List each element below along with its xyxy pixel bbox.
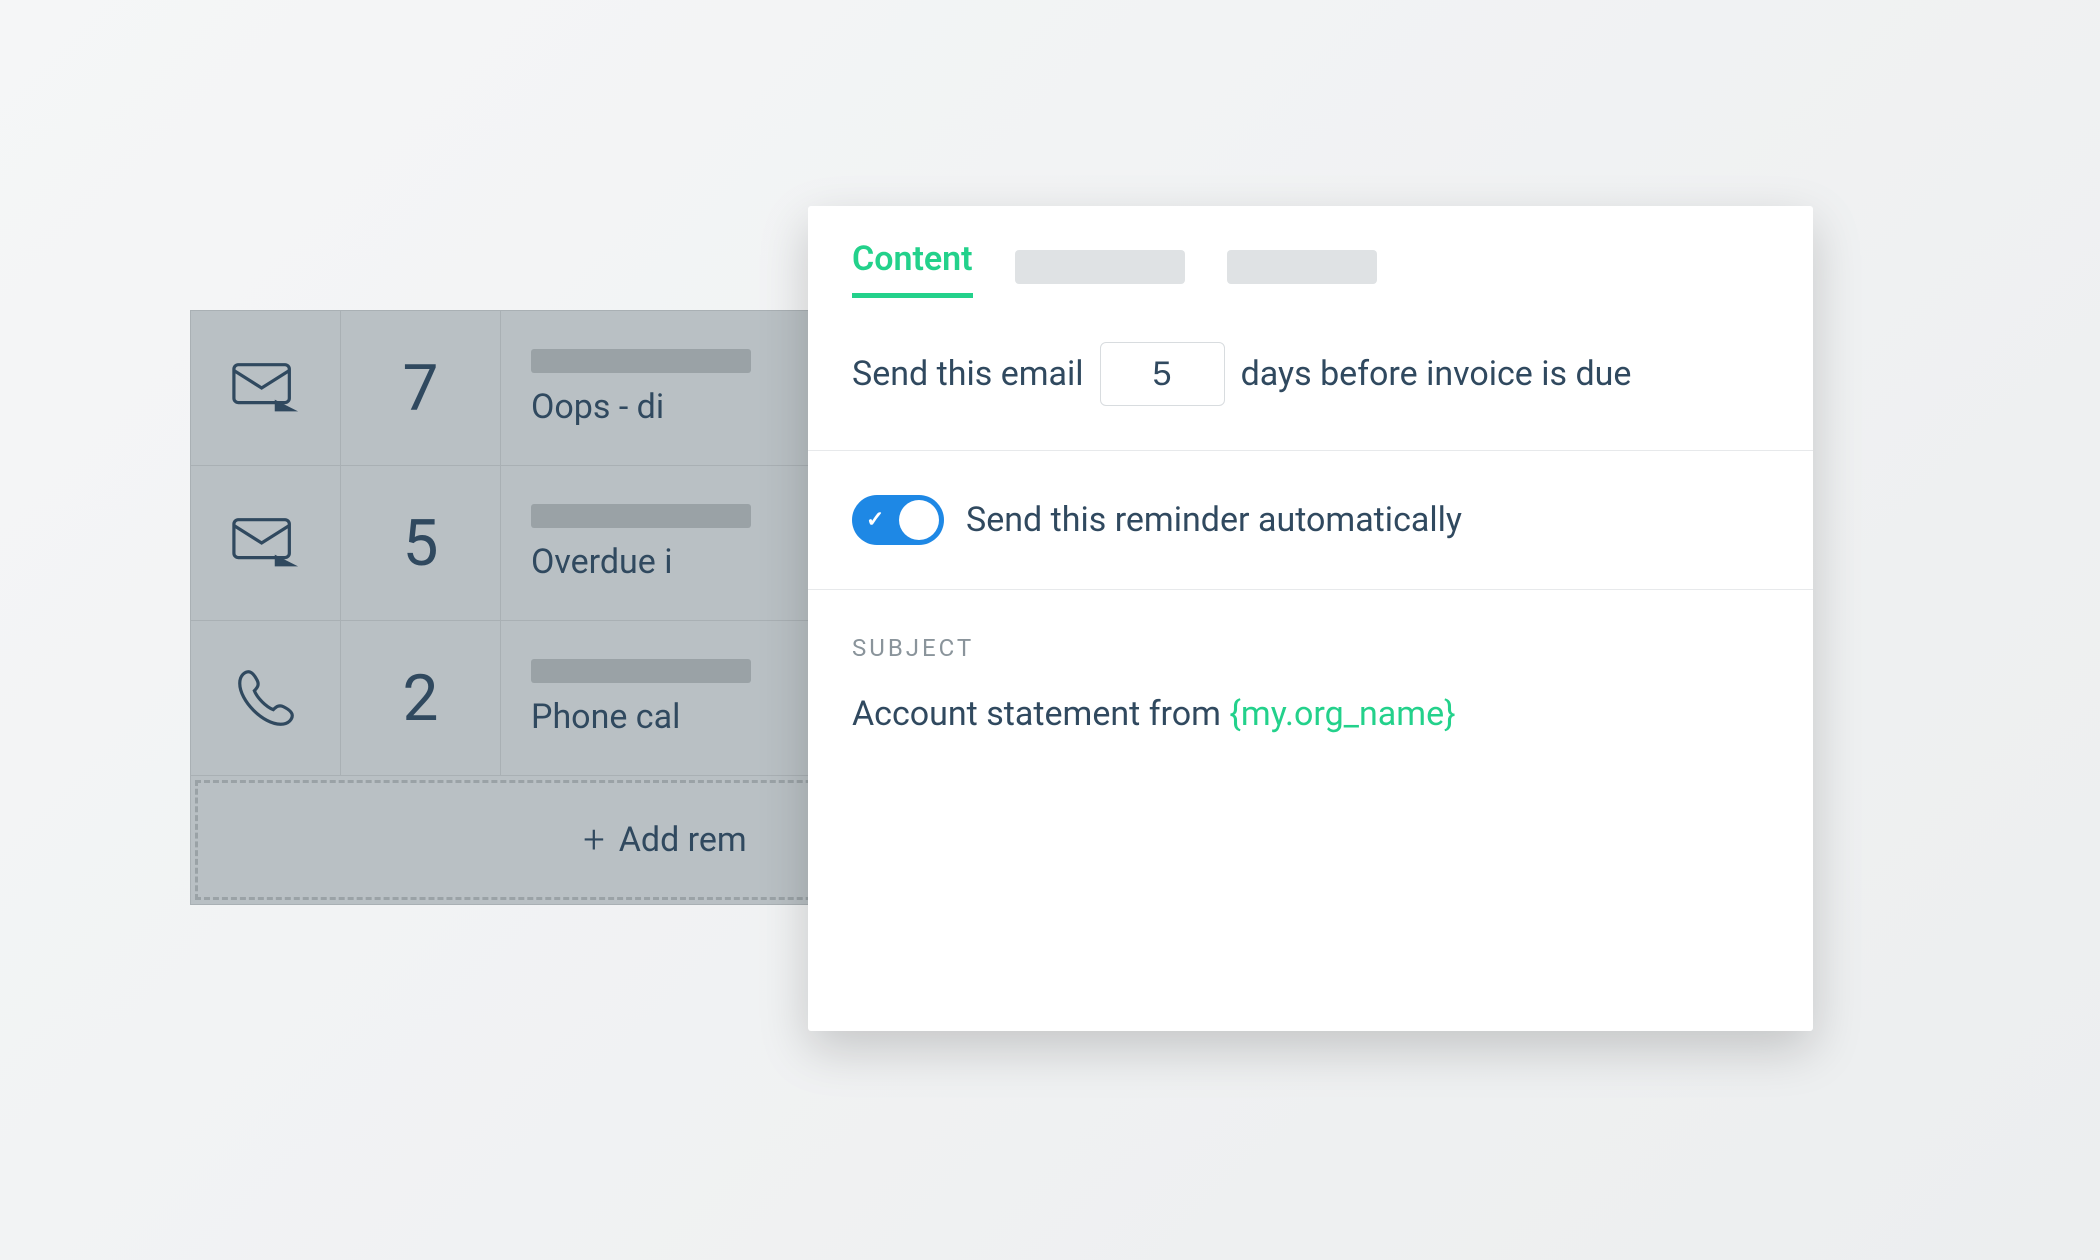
plus-icon: + xyxy=(583,818,604,862)
reminder-days: 5 xyxy=(341,466,501,620)
add-reminder-label: Add rem xyxy=(619,820,747,860)
reminder-days: 7 xyxy=(341,311,501,465)
send-line-prefix: Send this email xyxy=(852,354,1084,394)
send-timing-section: Send this email days before invoice is d… xyxy=(808,298,1813,451)
tab-content[interactable]: Content xyxy=(852,239,973,298)
subject-section: SUBJECT Account statement from {my.org_n… xyxy=(808,590,1813,778)
tab-placeholder[interactable] xyxy=(1227,250,1377,284)
subject-heading: SUBJECT xyxy=(852,634,1769,662)
days-before-input[interactable] xyxy=(1100,342,1225,406)
skeleton-bar xyxy=(531,349,751,373)
phone-icon xyxy=(191,621,341,775)
reminder-editor-panel: Content Send this email days before invo… xyxy=(808,206,1813,1031)
skeleton-bar xyxy=(531,659,751,683)
reminder-days: 2 xyxy=(341,621,501,775)
subject-field[interactable]: Account statement from {my.org_name} xyxy=(852,694,1769,734)
auto-send-toggle[interactable] xyxy=(852,495,944,545)
auto-send-section: Send this reminder automatically xyxy=(808,451,1813,590)
mail-send-icon xyxy=(191,311,341,465)
subject-text: Account statement from xyxy=(852,694,1229,734)
tab-placeholder[interactable] xyxy=(1015,250,1185,284)
subject-merge-token: {my.org_name} xyxy=(1229,694,1455,734)
skeleton-bar xyxy=(531,504,751,528)
auto-send-label: Send this reminder automatically xyxy=(966,500,1462,540)
send-line-suffix: days before invoice is due xyxy=(1241,354,1632,394)
tab-bar: Content xyxy=(808,206,1813,298)
mail-send-icon xyxy=(191,466,341,620)
